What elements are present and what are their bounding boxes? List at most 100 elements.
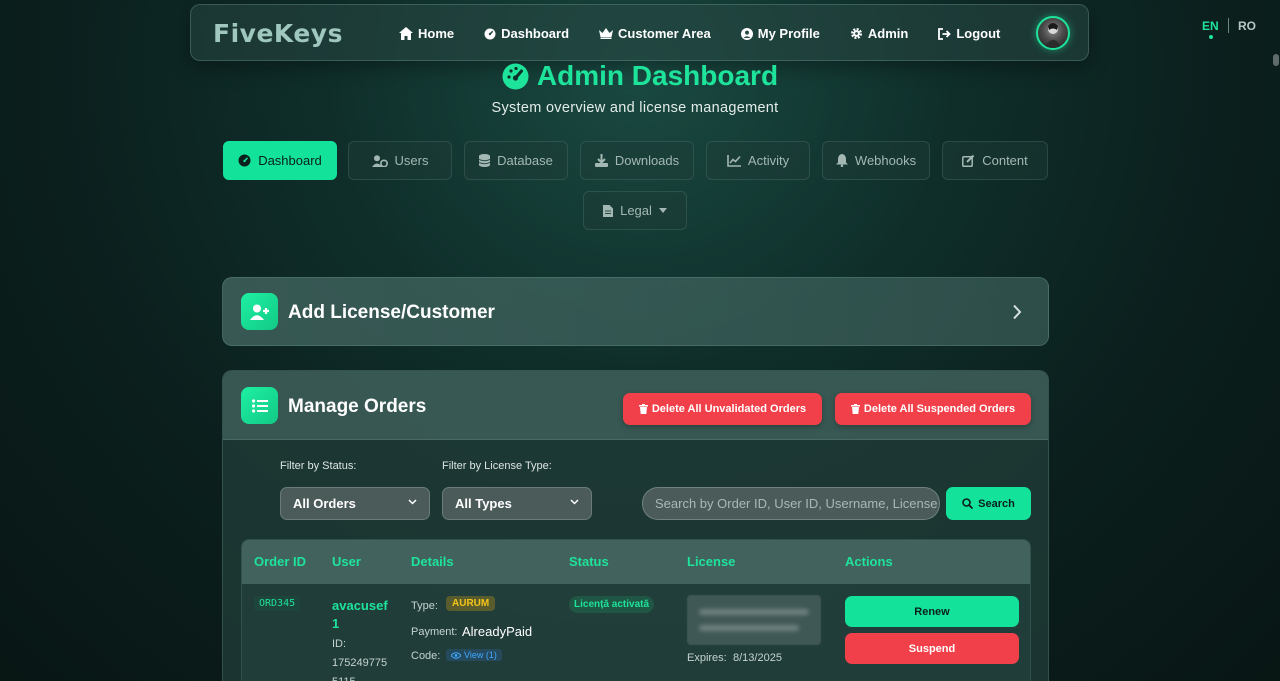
status-badge: Licență activată (569, 596, 655, 613)
chevron-right-icon (1012, 304, 1022, 320)
expires-value: 8/13/2025 (733, 652, 782, 664)
filter-status-value: All Orders (293, 496, 356, 511)
column-header[interactable]: Actions (845, 554, 893, 569)
license-key-blurred[interactable] (687, 595, 821, 645)
orders-header: Manage Orders Delete All Unvalidated Ord… (223, 371, 1048, 440)
order-id: ORD345 (254, 596, 301, 611)
delete-unvalidated-button[interactable]: Delete All Unvalidated Orders (623, 393, 822, 425)
chart-line-icon (727, 154, 741, 167)
file-icon (603, 204, 614, 217)
top-navbar: FiveKeys Home Dashboard Customer Area My… (190, 4, 1089, 61)
logout-icon (938, 27, 952, 40)
username[interactable]: avacusef1 (332, 597, 392, 633)
search-button[interactable]: Search (946, 487, 1031, 520)
tab-database[interactable]: Database (464, 141, 568, 180)
search-icon (962, 498, 974, 509)
active-lang-indicator (1209, 35, 1213, 39)
search-button-label: Search (978, 497, 1015, 510)
delete-unvalidated-label: Delete All Unvalidated Orders (651, 403, 807, 415)
nav-link-label: My Profile (757, 26, 820, 41)
nav-links: Home Dashboard Customer Area My Profile … (399, 5, 1030, 62)
tab-content[interactable]: Content (942, 141, 1048, 180)
nav-link-logout[interactable]: Logout (938, 26, 1000, 41)
column-header[interactable]: User (332, 554, 361, 569)
tab-label: Database (497, 153, 553, 168)
payment-value: AlreadyPaid (462, 624, 533, 639)
database-icon (479, 154, 491, 167)
user-id-value-cont: 5115 (332, 676, 356, 681)
filter-type-select[interactable]: All Types (442, 487, 592, 520)
table-header: Order ID User Details Status License Act… (242, 540, 1030, 584)
lang-en[interactable]: EN (1202, 19, 1219, 33)
scrollbar[interactable] (1270, 0, 1280, 681)
nav-link-label: Home (418, 26, 455, 41)
trash-icon (850, 404, 860, 414)
lang-divider (1228, 18, 1229, 33)
tab-downloads[interactable]: Downloads (580, 141, 694, 180)
tab-label: Activity (747, 153, 790, 168)
tab-activity[interactable]: Activity (706, 141, 810, 180)
tab-legal-dropdown[interactable]: Legal (583, 191, 687, 230)
avatar[interactable] (1036, 16, 1070, 50)
users-gear-icon (371, 154, 388, 167)
renew-button[interactable]: Renew (845, 596, 1019, 627)
nav-link-home[interactable]: Home (399, 26, 454, 41)
column-header[interactable]: Status (569, 554, 609, 569)
add-license-card[interactable]: Add License/Customer (222, 277, 1049, 346)
bell-icon (835, 154, 848, 167)
type-label: Type: (411, 600, 438, 612)
page-title: Admin Dashboard (0, 60, 1280, 92)
dashboard-icon (238, 154, 251, 167)
filter-type-value: All Types (455, 496, 512, 511)
nav-link-my-profile[interactable]: My Profile (740, 26, 820, 41)
user-id-value: 175249775 (332, 657, 388, 669)
eye-icon (451, 651, 461, 659)
expires-label: Expires: (687, 652, 727, 664)
orders-table: Order ID User Details Status License Act… (241, 539, 1031, 681)
nav-link-label: Customer Area (618, 26, 711, 41)
dashboard-icon (502, 63, 529, 90)
page-title-text: Admin Dashboard (536, 60, 779, 91)
suspend-button[interactable]: Suspend (845, 633, 1019, 664)
view-code-label: View (1) (464, 650, 497, 660)
column-header[interactable]: Order ID (254, 554, 306, 569)
nav-link-customer-area[interactable]: Customer Area (599, 26, 711, 41)
view-code-link[interactable]: View (1) (446, 649, 502, 661)
page-subtitle: System overview and license management (491, 100, 779, 116)
delete-suspended-button[interactable]: Delete All Suspended Orders (835, 393, 1031, 425)
download-icon (594, 154, 608, 167)
delete-suspended-label: Delete All Suspended Orders (863, 403, 1016, 415)
nav-link-label: Logout (956, 26, 1001, 41)
manage-orders-card: Manage Orders Delete All Unvalidated Ord… (222, 370, 1049, 681)
user-circle-icon (740, 27, 753, 40)
nav-link-label: Admin (867, 26, 909, 41)
manage-orders-title: Manage Orders (288, 396, 427, 417)
user-id-label: ID: (332, 638, 347, 650)
tab-dashboard[interactable]: Dashboard (223, 141, 337, 180)
brand-logo[interactable]: FiveKeys (213, 19, 343, 48)
filter-status-select[interactable]: All Orders (280, 487, 430, 520)
gear-icon (850, 27, 863, 40)
filter-type-label: Filter by License Type: (442, 460, 552, 472)
tab-label: Content (982, 153, 1028, 168)
license-type-badge: AURUM (446, 596, 496, 611)
chevron-down-icon (408, 499, 417, 505)
lang-ro[interactable]: RO (1238, 19, 1256, 33)
payment-label: Payment: (411, 626, 458, 638)
list-icon (241, 387, 278, 424)
column-header[interactable]: License (687, 554, 735, 569)
tab-webhooks[interactable]: Webhooks (822, 141, 930, 180)
tab-label: Dashboard (258, 153, 322, 168)
column-header[interactable]: Details (411, 554, 454, 569)
tab-users[interactable]: Users (348, 141, 452, 180)
nav-link-admin[interactable]: Admin (850, 26, 908, 41)
tab-label: Users (394, 153, 429, 168)
code-label: Code: (411, 650, 441, 662)
chevron-down-icon (570, 499, 579, 505)
caret-down-icon (658, 208, 667, 213)
nav-link-dashboard[interactable]: Dashboard (484, 26, 569, 41)
dashboard-icon (484, 28, 496, 40)
edit-icon (962, 154, 975, 167)
order-search-input[interactable] (642, 487, 940, 520)
tab-label: Webhooks (854, 153, 917, 168)
